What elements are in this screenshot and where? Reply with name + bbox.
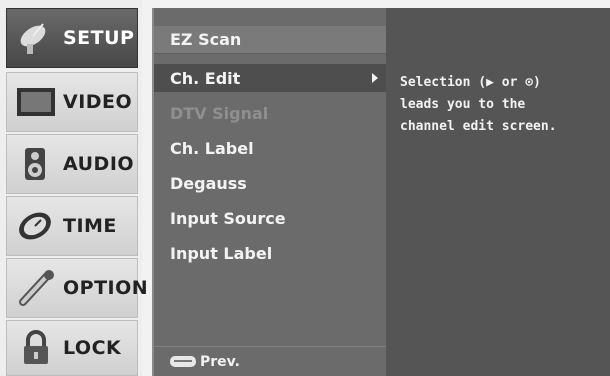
category-label: LOCK xyxy=(63,337,122,359)
satellite-dish-icon xyxy=(13,18,61,58)
menu-item-label: DTV Signal xyxy=(170,103,269,123)
setup-menu: EZ Scan Ch. Edit DTV Signal Ch. Label De… xyxy=(152,8,386,376)
clock-icon xyxy=(13,206,61,246)
help-panel: Selection (▶ or ⊙) leads you to the chan… xyxy=(386,8,610,376)
prev-label: Prev. xyxy=(200,353,240,370)
category-label: AUDIO xyxy=(63,153,135,175)
category-audio[interactable]: AUDIO xyxy=(6,134,138,194)
menu-item-label: Input Source xyxy=(170,208,286,228)
menu-item-label: EZ Scan xyxy=(170,30,242,49)
menu-item-input-label[interactable]: Input Label xyxy=(154,239,386,267)
category-label: VIDEO xyxy=(63,91,133,113)
wrench-icon xyxy=(13,268,61,308)
prev-hint[interactable]: Prev. xyxy=(154,346,386,376)
menu-item-label: Degauss xyxy=(170,173,247,193)
category-setup[interactable]: SETUP xyxy=(6,8,138,68)
help-line: channel edit screen. xyxy=(400,119,557,134)
category-label: OPTION xyxy=(63,277,149,299)
menu-item-ez-scan[interactable]: EZ Scan xyxy=(154,26,386,54)
category-label: SETUP xyxy=(63,27,135,49)
monitor-icon xyxy=(13,82,61,122)
menu-item-ch-label[interactable]: Ch. Label xyxy=(154,134,386,162)
menu-item-label: Input Label xyxy=(170,243,273,263)
menu-item-ch-edit[interactable]: Ch. Edit xyxy=(154,64,386,92)
category-label: TIME xyxy=(63,215,117,237)
padlock-icon xyxy=(13,328,61,368)
help-line: leads you to the xyxy=(400,97,526,112)
category-option[interactable]: OPTION xyxy=(6,258,148,318)
help-text: Selection (▶ or ⊙) leads you to the chan… xyxy=(400,72,600,138)
menu-key-icon xyxy=(170,356,196,367)
menu-item-degauss[interactable]: Degauss xyxy=(154,169,386,197)
menu-item-label: Ch. Label xyxy=(170,138,254,158)
right-arrow-icon xyxy=(372,73,378,83)
category-sidebar: SETUP VIDEO AUDIO TIME OPTION LOCK xyxy=(0,0,148,376)
category-video[interactable]: VIDEO xyxy=(6,72,138,132)
help-line: Selection (▶ or ⊙) xyxy=(400,75,541,90)
menu-item-label: Ch. Edit xyxy=(170,68,241,88)
menu-item-input-source[interactable]: Input Source xyxy=(154,204,386,232)
menu-item-dtv-signal: DTV Signal xyxy=(154,99,386,127)
category-lock[interactable]: LOCK xyxy=(6,320,138,376)
speaker-icon xyxy=(13,144,61,184)
category-time[interactable]: TIME xyxy=(6,196,138,256)
